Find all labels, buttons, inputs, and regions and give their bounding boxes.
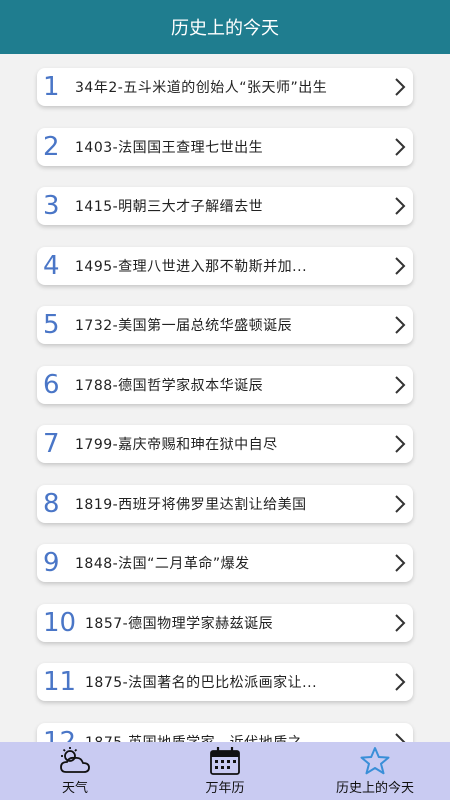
- event-number: 4: [43, 251, 60, 281]
- event-text: 1495-查理八世进入那不勒斯并加...: [75, 259, 308, 275]
- event-item-9[interactable]: 9 1848-法国“二月革命”爆发: [37, 544, 413, 582]
- event-number: 12: [43, 727, 77, 742]
- chevron-right-icon: [387, 138, 413, 156]
- event-text: 1799-嘉庆帝赐和珅在狱中自尽: [75, 437, 278, 453]
- event-number: 5: [43, 310, 60, 340]
- event-number: 10: [43, 608, 77, 638]
- chevron-right-icon: [387, 257, 413, 275]
- page-title: 历史上的今天: [171, 18, 279, 39]
- event-item-10[interactable]: 10 1857-德国物理学家赫兹诞辰: [37, 604, 413, 642]
- event-number: 1: [43, 72, 60, 102]
- tab-weather[interactable]: 天气: [0, 742, 150, 800]
- event-text: 1415-明朝三大才子解缙去世: [75, 199, 264, 215]
- chevron-right-icon: [387, 495, 413, 513]
- chevron-right-icon: [387, 733, 413, 742]
- tab-calendar-label: 万年历: [205, 781, 245, 796]
- event-text: 1875-法国著名的巴比松派画家让...: [85, 675, 318, 691]
- event-number: 9: [43, 548, 60, 578]
- chevron-right-icon: [387, 376, 413, 394]
- event-number: 7: [43, 429, 60, 459]
- event-item-5[interactable]: 5 1732-美国第一届总统华盛顿诞辰: [37, 306, 413, 344]
- event-item-11[interactable]: 11 1875-法国著名的巴比松派画家让...: [37, 663, 413, 701]
- event-number: 3: [43, 191, 60, 221]
- event-list[interactable]: 1 34年2-五斗米道的创始人“张天师”出生 2 1403-法国国王查理七世出生…: [0, 54, 450, 742]
- app-header: 历史上的今天: [0, 0, 450, 54]
- calendar-icon: [210, 747, 240, 775]
- event-item-4[interactable]: 4 1495-查理八世进入那不勒斯并加...: [37, 247, 413, 285]
- event-number: 6: [43, 370, 60, 400]
- event-item-2[interactable]: 2 1403-法国国王查理七世出生: [37, 128, 413, 166]
- event-text: 1848-法国“二月革命”爆发: [75, 556, 250, 572]
- star-icon: [360, 747, 390, 775]
- event-item-8[interactable]: 8 1819-西班牙将佛罗里达割让给美国: [37, 485, 413, 523]
- event-text: 1819-西班牙将佛罗里达割让给美国: [75, 497, 307, 513]
- event-number: 11: [43, 667, 77, 697]
- weather-icon: [60, 747, 90, 773]
- event-item-3[interactable]: 3 1415-明朝三大才子解缙去世: [37, 187, 413, 225]
- event-text: 34年2-五斗米道的创始人“张天师”出生: [75, 80, 328, 96]
- event-item-12[interactable]: 12 1875-英国地质学家、近代地质之...: [37, 723, 413, 742]
- chevron-right-icon: [387, 197, 413, 215]
- event-text: 1788-德国哲学家叔本华诞辰: [75, 378, 264, 394]
- chevron-right-icon: [387, 316, 413, 334]
- chevron-right-icon: [387, 554, 413, 572]
- chevron-right-icon: [387, 614, 413, 632]
- tab-today-in-history[interactable]: 历史上的今天: [300, 742, 450, 800]
- event-text: 1875-英国地质学家、近代地质之...: [85, 732, 387, 742]
- event-number: 8: [43, 489, 60, 519]
- event-item-7[interactable]: 7 1799-嘉庆帝赐和珅在狱中自尽: [37, 425, 413, 463]
- event-item-6[interactable]: 6 1788-德国哲学家叔本华诞辰: [37, 366, 413, 404]
- tab-calendar[interactable]: 万年历: [150, 742, 300, 800]
- chevron-right-icon: [387, 435, 413, 453]
- event-item-1[interactable]: 1 34年2-五斗米道的创始人“张天师”出生: [37, 68, 413, 106]
- bottom-tab-bar: 天气 万年历 历史上的今天: [0, 742, 450, 800]
- event-number: 2: [43, 132, 60, 162]
- event-text: 1857-德国物理学家赫兹诞辰: [85, 616, 274, 632]
- chevron-right-icon: [387, 78, 413, 96]
- tab-today-in-history-label: 历史上的今天: [335, 781, 414, 796]
- event-text: 1732-美国第一届总统华盛顿诞辰: [75, 318, 293, 334]
- chevron-right-icon: [387, 673, 413, 691]
- event-text: 1403-法国国王查理七世出生: [75, 140, 264, 156]
- tab-weather-label: 天气: [61, 781, 88, 796]
